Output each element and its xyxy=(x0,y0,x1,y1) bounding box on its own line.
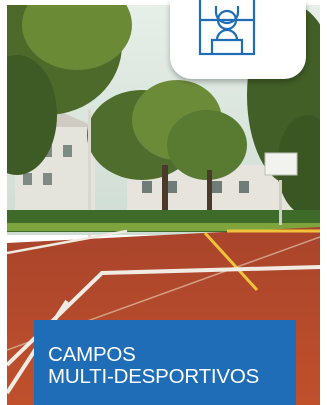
court-icon-badge xyxy=(170,0,306,79)
caption-line-1: CAMPOS xyxy=(48,343,136,366)
caption-line-2: MULTI-DESPORTIVOS xyxy=(48,365,260,388)
sports-card[interactable]: CAMPOS MULTI-DESPORTIVOS xyxy=(0,0,327,405)
caption-box[interactable]: CAMPOS MULTI-DESPORTIVOS xyxy=(34,320,296,405)
